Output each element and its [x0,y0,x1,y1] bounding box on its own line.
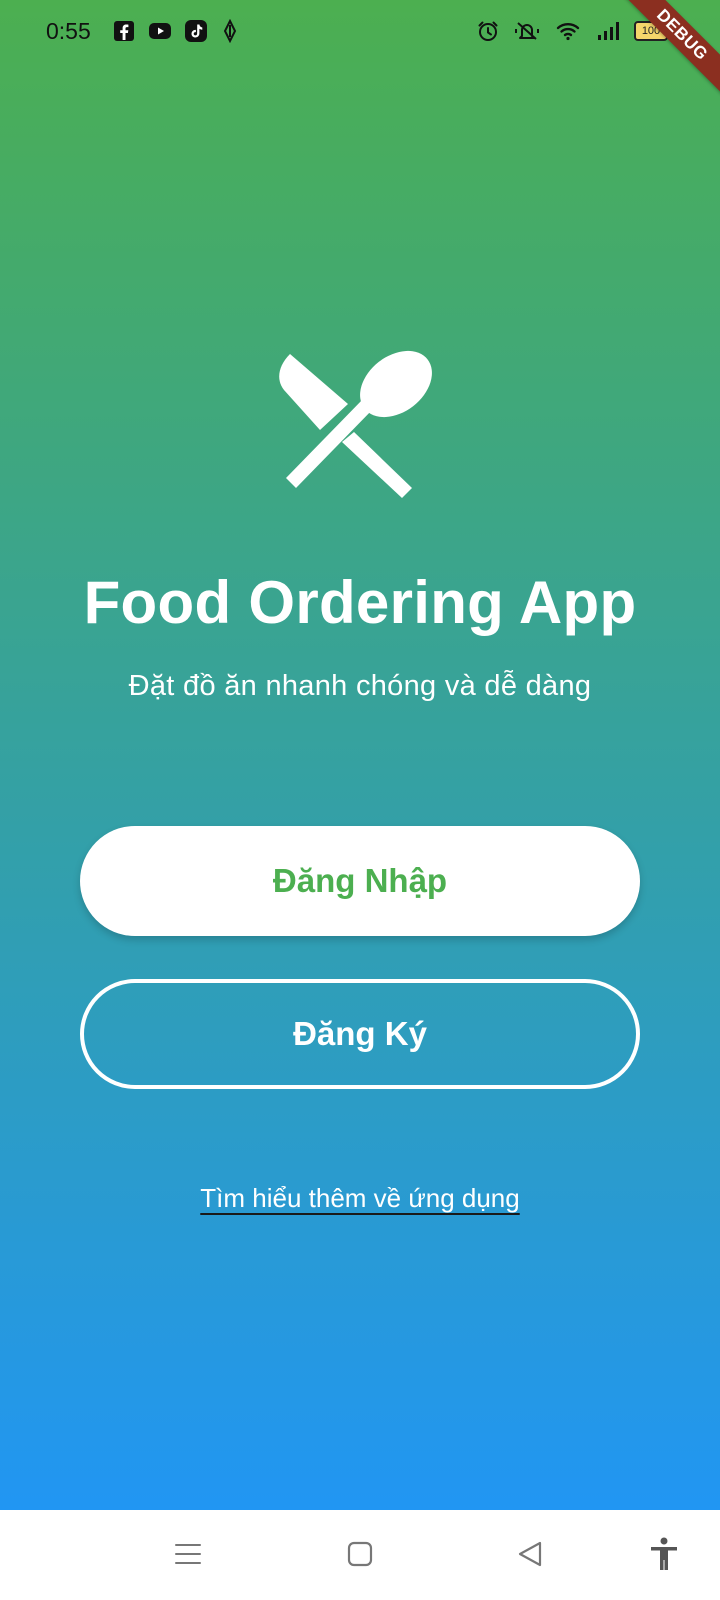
app-subtitle: Đặt đồ ăn nhanh chóng và dễ dàng [128,670,592,702]
restaurant-icon [279,350,432,498]
navigation-icon [223,19,237,43]
back-button[interactable] [510,1534,550,1574]
menu-icon [175,1544,201,1564]
learn-more-container: Tìm hiểu thêm về ứng dụng [0,1183,720,1214]
learn-more-link[interactable]: Tìm hiểu thêm về ứng dụng [200,1183,519,1213]
wifi-icon [556,23,580,41]
register-button[interactable]: Đăng Ký [80,979,640,1089]
recent-apps-button[interactable] [168,1534,208,1574]
login-button[interactable]: Đăng Nhập [80,826,640,936]
youtube-icon [149,23,171,39]
status-bar: 0:55 100 [0,0,720,64]
navigation-bar [0,1510,720,1600]
facebook-icon [114,21,134,41]
home-button[interactable] [340,1534,380,1574]
signal-icon [598,22,619,40]
home-icon [347,1541,373,1567]
notification-icons [112,19,242,43]
system-status-icons: 100 [476,19,672,43]
vibrate-icon [515,22,539,40]
welcome-screen: 0:55 100 DEBUG Food Ordering App Đặt đồ … [0,0,720,1510]
tiktok-icon [185,20,207,42]
accessibility-button[interactable] [644,1534,684,1574]
app-title: Food Ordering App [83,569,637,636]
back-icon [518,1541,542,1567]
alarm-icon [478,21,498,41]
status-time: 0:55 [46,18,91,44]
accessibility-icon [651,1537,677,1570]
